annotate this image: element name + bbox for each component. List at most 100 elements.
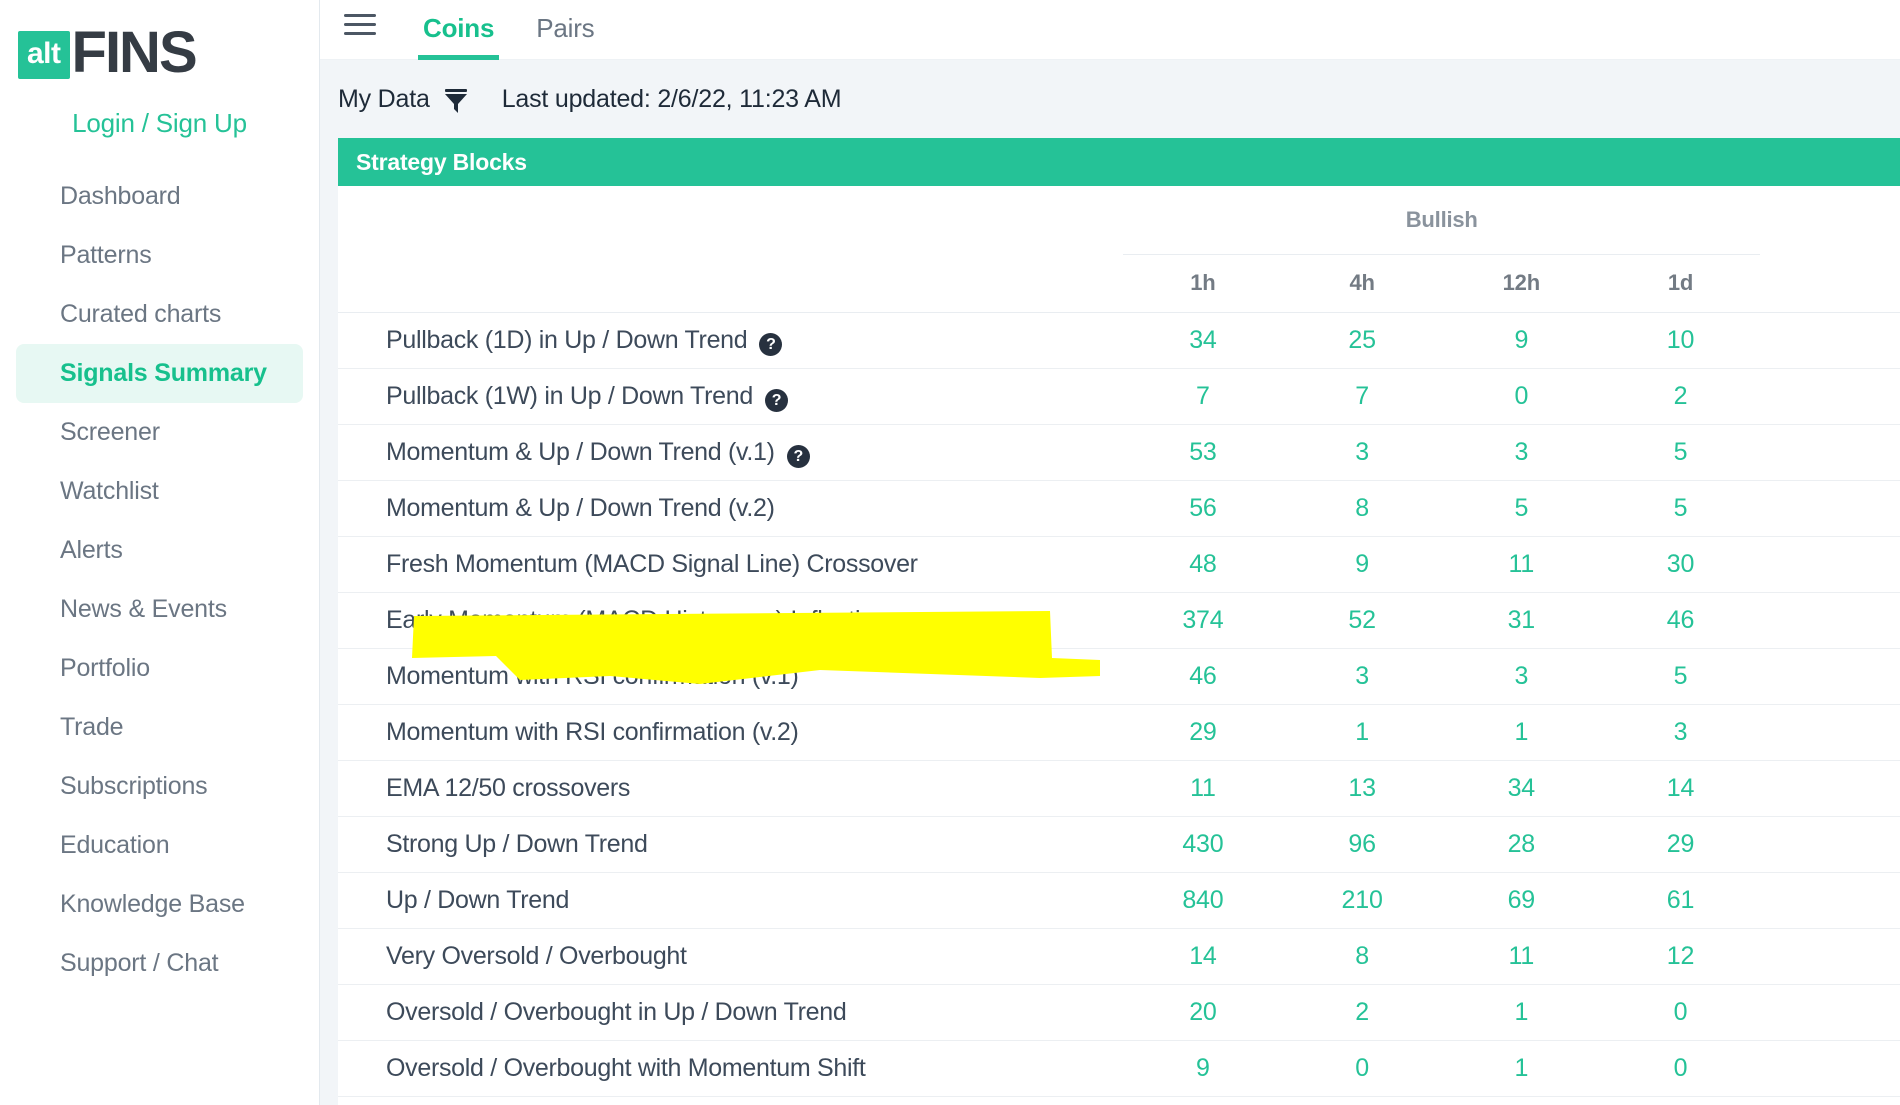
signal-count-1d[interactable]: 14 bbox=[1601, 760, 1760, 816]
table-row[interactable]: Very Oversold / Overbought 14 8 11 12 bbox=[338, 928, 1900, 984]
column-header-12h[interactable]: 12h bbox=[1441, 254, 1601, 313]
signal-count-4h[interactable]: 3 bbox=[1283, 648, 1442, 704]
signal-count-1d[interactable]: 5 bbox=[1601, 648, 1760, 704]
signal-count-1d[interactable]: 0 bbox=[1601, 1040, 1760, 1096]
signal-count-4h[interactable]: 8 bbox=[1283, 480, 1442, 536]
signal-count-1h[interactable]: 46 bbox=[1123, 648, 1282, 704]
signal-count-1d[interactable]: 29 bbox=[1601, 816, 1760, 872]
strategy-name-cell[interactable]: Strong Up / Down Trend bbox=[338, 816, 1123, 872]
tab-pairs[interactable]: Pairs bbox=[531, 0, 599, 60]
signal-count-4h[interactable]: 210 bbox=[1283, 872, 1442, 928]
signal-count-1h[interactable]: 374 bbox=[1123, 592, 1282, 648]
signal-count-4h[interactable]: 96 bbox=[1283, 816, 1442, 872]
signal-count-4h[interactable]: 3 bbox=[1283, 424, 1442, 480]
signal-count-12h[interactable]: 1 bbox=[1442, 1040, 1601, 1096]
signal-count-4h[interactable]: 1 bbox=[1283, 704, 1442, 760]
signal-count-12h[interactable]: 3 bbox=[1442, 424, 1601, 480]
signal-count-12h[interactable]: 5 bbox=[1442, 480, 1601, 536]
signal-count-1d[interactable]: 3 bbox=[1601, 704, 1760, 760]
signal-count-4h[interactable]: 9 bbox=[1283, 536, 1442, 592]
sidebar-item-signals-summary[interactable]: Signals Summary bbox=[16, 344, 303, 403]
sidebar-item-patterns[interactable]: Patterns bbox=[16, 226, 303, 285]
column-header-1h[interactable]: 1h bbox=[1123, 254, 1283, 313]
my-data-label[interactable]: My Data bbox=[338, 85, 430, 114]
table-row[interactable]: EMA 12/50 crossovers 11 13 34 14 bbox=[338, 760, 1900, 816]
signal-count-12h[interactable]: 9 bbox=[1442, 312, 1601, 368]
signal-count-1d[interactable]: 0 bbox=[1601, 984, 1760, 1040]
signal-count-1h[interactable]: 7 bbox=[1123, 368, 1282, 424]
signal-count-1d[interactable]: 10 bbox=[1601, 312, 1760, 368]
sidebar-item-knowledge-base[interactable]: Knowledge Base bbox=[16, 875, 303, 934]
table-row[interactable]: Early Momentum (MACD Histogram) Inflecti… bbox=[338, 592, 1900, 648]
signal-count-1d[interactable]: 46 bbox=[1601, 592, 1760, 648]
funnel-icon[interactable] bbox=[444, 88, 468, 114]
signal-count-1d[interactable]: 12 bbox=[1601, 928, 1760, 984]
sidebar-item-news-events[interactable]: News & Events bbox=[16, 580, 303, 639]
sidebar-item-dashboard[interactable]: Dashboard bbox=[16, 167, 303, 226]
table-row[interactable]: Strong Up / Down Trend 430 96 28 29 bbox=[338, 816, 1900, 872]
strategy-name-cell[interactable]: Momentum & Up / Down Trend (v.2) bbox=[338, 480, 1123, 536]
strategy-name-cell[interactable]: Momentum with RSI confirmation (v.1) bbox=[338, 648, 1123, 704]
hamburger-icon[interactable] bbox=[344, 14, 376, 41]
signal-count-1h[interactable]: 9 bbox=[1123, 1040, 1282, 1096]
signal-count-1h[interactable]: 430 bbox=[1123, 816, 1282, 872]
table-row[interactable]: Pullback (1W) in Up / Down Trend? 7 7 0 2 bbox=[338, 368, 1900, 424]
signal-count-1h[interactable]: 14 bbox=[1123, 928, 1282, 984]
signal-count-1h[interactable]: 20 bbox=[1123, 984, 1282, 1040]
strategy-name-cell[interactable]: Early Momentum (MACD Histogram) Inflecti… bbox=[338, 592, 1123, 648]
strategy-name-cell[interactable]: Momentum & Up / Down Trend (v.1)? bbox=[338, 424, 1123, 480]
signal-count-1h[interactable]: 11 bbox=[1123, 760, 1282, 816]
signal-count-1h[interactable]: 48 bbox=[1123, 536, 1282, 592]
brand-logo[interactable]: alt FINS bbox=[0, 0, 319, 84]
table-row[interactable]: Up / Down Trend 840 210 69 61 bbox=[338, 872, 1900, 928]
sidebar-item-support-chat[interactable]: Support / Chat bbox=[16, 934, 303, 993]
signal-count-4h[interactable]: 52 bbox=[1283, 592, 1442, 648]
signal-count-12h[interactable]: 34 bbox=[1442, 760, 1601, 816]
strategy-name-cell[interactable]: Up / Down Trend bbox=[338, 872, 1123, 928]
signal-count-12h[interactable]: 3 bbox=[1442, 648, 1601, 704]
signal-count-12h[interactable]: 1 bbox=[1442, 984, 1601, 1040]
signal-count-1d[interactable]: 2 bbox=[1601, 368, 1760, 424]
sidebar-item-education[interactable]: Education bbox=[16, 816, 303, 875]
signal-count-4h[interactable]: 8 bbox=[1283, 928, 1442, 984]
strategy-name-cell[interactable]: Pullback (1D) in Up / Down Trend? bbox=[338, 312, 1123, 368]
signal-count-12h[interactable]: 31 bbox=[1442, 592, 1601, 648]
signal-count-12h[interactable]: 28 bbox=[1442, 816, 1601, 872]
signal-count-4h[interactable]: 25 bbox=[1283, 312, 1442, 368]
signal-count-1h[interactable]: 34 bbox=[1123, 312, 1282, 368]
strategy-name-cell[interactable]: EMA 12/50 crossovers bbox=[338, 760, 1123, 816]
signal-count-4h[interactable]: 13 bbox=[1283, 760, 1442, 816]
table-scroll-area[interactable]: Strategy Blocks Bullish 1h 4h 12h 1d Pullba… bbox=[320, 138, 1900, 1105]
strategy-name-cell[interactable]: Very Oversold / Overbought bbox=[338, 928, 1123, 984]
signal-count-1h[interactable]: 56 bbox=[1123, 480, 1282, 536]
strategy-name-cell[interactable]: Oversold / Overbought in Up / Down Trend bbox=[338, 984, 1123, 1040]
sidebar-item-portfolio[interactable]: Portfolio bbox=[16, 639, 303, 698]
signal-count-12h[interactable]: 0 bbox=[1442, 368, 1601, 424]
strategy-name-cell[interactable]: Oversold / Overbought with Momentum Shif… bbox=[338, 1040, 1123, 1096]
help-icon[interactable]: ? bbox=[759, 332, 783, 356]
sidebar-item-trade[interactable]: Trade bbox=[16, 698, 303, 757]
table-row[interactable]: Oversold / Overbought with Momentum Shif… bbox=[338, 1040, 1900, 1096]
login-signup-link[interactable]: Login / Sign Up bbox=[0, 84, 319, 161]
sidebar-item-watchlist[interactable]: Watchlist bbox=[16, 462, 303, 521]
sidebar-item-curated-charts[interactable]: Curated charts bbox=[16, 285, 303, 344]
help-icon[interactable]: ? bbox=[764, 388, 788, 412]
signal-count-12h[interactable]: 11 bbox=[1442, 536, 1601, 592]
table-row[interactable]: Momentum with RSI confirmation (v.1) 46 3 3… bbox=[338, 648, 1900, 704]
signal-count-1d[interactable]: 30 bbox=[1601, 536, 1760, 592]
tab-coins[interactable]: Coins bbox=[418, 0, 500, 60]
table-row[interactable]: Momentum & Up / Down Trend (v.1)? 53 3 3 5 bbox=[338, 424, 1900, 480]
help-icon[interactable]: ? bbox=[786, 444, 810, 468]
column-header-4h[interactable]: 4h bbox=[1282, 254, 1442, 313]
signal-count-1d[interactable]: 5 bbox=[1601, 424, 1760, 480]
signal-count-1h[interactable]: 840 bbox=[1123, 872, 1282, 928]
signal-count-4h[interactable]: 0 bbox=[1283, 1040, 1442, 1096]
strategy-name-cell[interactable]: Momentum with RSI confirmation (v.2) bbox=[338, 704, 1123, 760]
signal-count-12h[interactable]: 69 bbox=[1442, 872, 1601, 928]
sidebar-item-alerts[interactable]: Alerts bbox=[16, 521, 303, 580]
strategy-name-cell[interactable]: Fresh Momentum (MACD Signal Line) Crosso… bbox=[338, 536, 1123, 592]
signal-count-1h[interactable]: 53 bbox=[1123, 424, 1282, 480]
signal-count-12h[interactable]: 1 bbox=[1442, 704, 1601, 760]
signal-count-12h[interactable]: 11 bbox=[1442, 928, 1601, 984]
table-row[interactable]: Momentum with RSI confirmation (v.2) 29 1 1… bbox=[338, 704, 1900, 760]
